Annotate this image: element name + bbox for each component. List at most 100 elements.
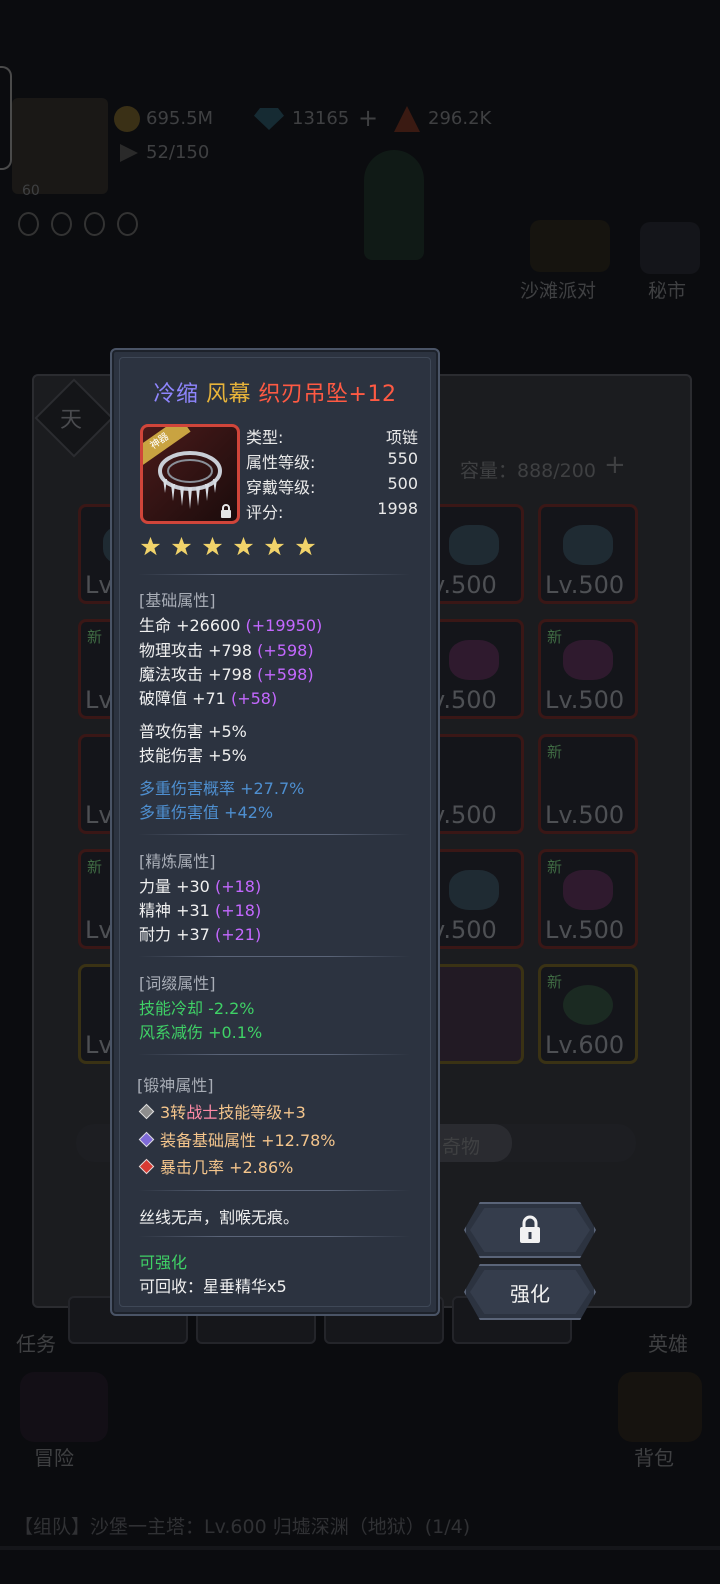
diamond-bullet-icon (138, 1103, 155, 1120)
item-icon: 神器 (140, 424, 240, 524)
refine-attr-header: [精炼属性] (139, 852, 216, 871)
slot-level: Lv.500 (545, 801, 625, 829)
score-label: 评分: (246, 503, 284, 522)
attr-level-value: 550 (387, 449, 418, 468)
skill-damage: 技能伤害 +5% (139, 746, 247, 765)
inventory-slot[interactable]: 新 Lv.500 (538, 619, 638, 719)
affix-cooldown: 技能冷却 -2.2% (139, 999, 255, 1018)
normal-attack-damage: 普攻伤害 +5% (139, 722, 247, 741)
new-badge: 新 (547, 858, 563, 876)
lock-icon (219, 503, 233, 518)
buff-icon (117, 212, 138, 236)
inventory-slot[interactable]: 新 Lv.500 (538, 849, 638, 949)
buff-icon (84, 212, 105, 236)
attr-text: 精神 +31 (139, 901, 215, 920)
forge-crit-rate: 暴击几率 +2.86% (137, 1154, 293, 1178)
diamond-icon (254, 108, 284, 130)
enhance-button[interactable]: 强化 (464, 1264, 596, 1320)
attr-text: 耐力 +37 (139, 925, 215, 944)
player-avatar[interactable] (12, 98, 108, 194)
forge-text: 3转 (160, 1103, 187, 1122)
gem-icon (449, 870, 499, 910)
team-quest-text[interactable]: 【组队】沙堡一主塔：Lv.600 归墟深渊（地狱）(1/4) (14, 1512, 470, 1539)
slot-level: v.500 (431, 801, 497, 829)
slot-level: Lv (85, 571, 113, 599)
nav-adventure-label[interactable]: 冒险 (34, 1442, 74, 1471)
slot-level: Lv.500 (545, 916, 625, 944)
side-menu-handle[interactable] (0, 66, 12, 170)
secret-shop-icon[interactable] (640, 222, 700, 274)
player-level: 60 (22, 183, 40, 199)
item-type-value: 项链 (385, 428, 418, 447)
attr-text: 生命 +26600 (139, 616, 246, 635)
forge-class: 战士 (186, 1103, 219, 1122)
base-attr-header: [基础属性] (139, 591, 216, 610)
gem-icon (563, 985, 613, 1025)
attr-bonus: (+18) (214, 901, 262, 920)
flavor-text: 丝线无声，割喉无痕。 (139, 1208, 300, 1227)
bag-icon[interactable] (618, 1372, 702, 1442)
gold-amount: 695.5M (146, 108, 214, 129)
buff-icon (18, 212, 39, 236)
diamond-bullet-icon (138, 1131, 155, 1148)
item-title: 冷缩 风幕 织刃吊坠+12 (112, 376, 438, 408)
add-diamond-icon[interactable]: + (358, 104, 378, 132)
slot-level: Lv.500 (545, 686, 625, 714)
refine-spirit: 精神 +31 (+18) (139, 897, 261, 921)
gem-icon (563, 640, 613, 680)
adventure-icon[interactable] (20, 1372, 108, 1442)
slot-level: v.500 (431, 916, 497, 944)
portal-icon[interactable] (364, 150, 424, 260)
nav-hero-label[interactable]: 英雄 (648, 1328, 688, 1357)
buff-icons (18, 212, 138, 236)
inventory-slot[interactable]: 新 Lv.500 (538, 734, 638, 834)
forge-text: 技能等级+3 (218, 1103, 306, 1122)
item-title-name: 织刃吊坠+12 (258, 382, 397, 407)
divider (138, 834, 410, 835)
exp-bar (0, 1546, 720, 1550)
capacity-label: 容量：888/200 (460, 460, 596, 482)
beach-party-icon[interactable] (530, 220, 610, 272)
refine-stamina: 耐力 +37 (+21) (139, 921, 261, 945)
score-row: 评分: 1998 (246, 499, 418, 523)
stamina-value: 52/150 (146, 142, 210, 163)
attr-bonus: (+18) (214, 877, 262, 896)
star-icon (295, 536, 316, 556)
attr-bonus: (+58) (230, 689, 278, 708)
inventory-slot[interactable]: 新 Lv.600 (538, 964, 638, 1064)
nav-bag-label[interactable]: 背包 (634, 1442, 674, 1471)
slot-level: Lv (85, 916, 113, 944)
star-icon (202, 536, 223, 556)
item-type-row: 类型: 项链 (246, 424, 418, 448)
attr-bonus: (+19950) (245, 616, 323, 635)
multi-hit-damage: 多重伤害值 +42% (139, 803, 274, 822)
score-value: 1998 (377, 499, 418, 518)
affix-attr-header: [词缀属性] (139, 974, 216, 993)
base-attr-mag-atk: 魔法攻击 +798 (+598) (139, 661, 314, 685)
inventory-slot[interactable]: Lv.500 (538, 504, 638, 604)
new-badge: 新 (547, 973, 563, 991)
gem-icon (449, 640, 499, 680)
star-icon (171, 536, 192, 556)
tab-sky-label: 天 (60, 408, 83, 433)
attr-text: 破障值 +71 (139, 689, 231, 708)
wear-level-row: 穿戴等级: 500 (246, 474, 418, 498)
enhance-button-label: 强化 (510, 1281, 550, 1306)
wear-level-label: 穿戴等级: (246, 478, 316, 497)
add-capacity-icon[interactable]: + (604, 450, 626, 480)
slot-level: Lv (85, 801, 113, 829)
gold-coin-icon (114, 106, 140, 132)
attr-text: 魔法攻击 +798 (139, 665, 258, 684)
attr-level-row: 属性等级: 550 (246, 449, 418, 473)
lock-button[interactable] (464, 1202, 596, 1258)
affix-wind-reduction: 风系减伤 +0.1% (139, 1023, 263, 1042)
star-icon (264, 536, 285, 556)
divider (138, 574, 410, 575)
gem-icon (563, 525, 613, 565)
slot-level: Lv (85, 1031, 113, 1059)
stamina-icon (120, 144, 138, 162)
base-attr-break: 破障值 +71 (+58) (139, 685, 277, 709)
item-title-prefix: 冷缩 (153, 382, 199, 407)
nav-task-label[interactable]: 任务 (16, 1328, 56, 1357)
forge-base-attr: 装备基础属性 +12.78% (137, 1127, 336, 1151)
